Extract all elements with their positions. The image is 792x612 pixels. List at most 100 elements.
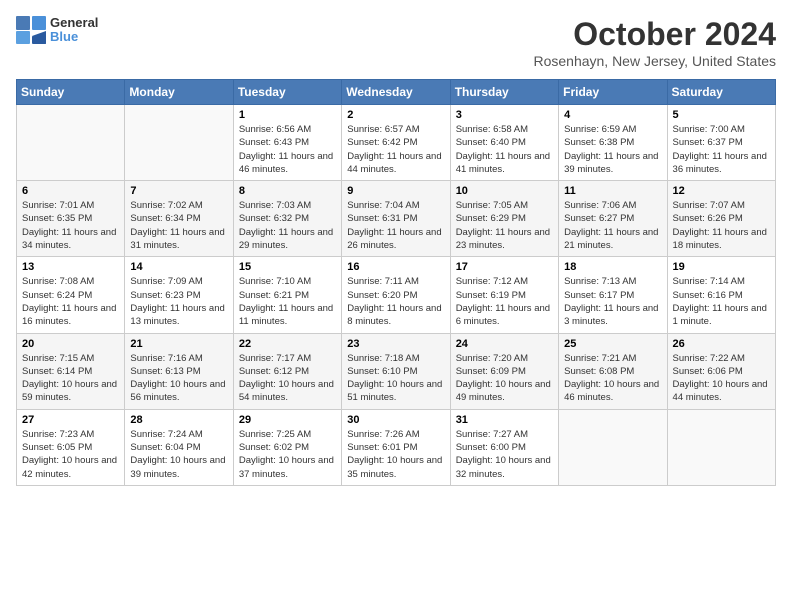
day-number: 14 [130, 261, 227, 273]
day-number: 15 [239, 261, 336, 273]
logo: General Blue [16, 16, 98, 45]
day-info: Sunrise: 7:06 AMSunset: 6:27 PMDaylight:… [564, 199, 661, 252]
calendar-cell: 25Sunrise: 7:21 AMSunset: 6:08 PMDayligh… [559, 333, 667, 409]
calendar-cell: 14 Sunrise: 7:09 AMSunset: 6:23 PMDayligh… [125, 257, 233, 333]
day-number: 8 [239, 185, 336, 197]
calendar-cell: 13Sunrise: 7:08 AMSunset: 6:24 PMDayligh… [17, 257, 125, 333]
day-number: 7 [130, 185, 227, 197]
day-info: Sunrise: 6:59 AMSunset: 6:38 PMDaylight:… [564, 123, 661, 176]
day-number: 17 [456, 261, 553, 273]
day-number: 21 [130, 338, 227, 350]
day-info: Sunrise: 7:07 AMSunset: 6:26 PMDaylight:… [673, 199, 770, 252]
day-info: Sunrise: 7:23 AMSunset: 6:05 PMDaylight:… [22, 428, 119, 481]
day-info: Sunrise: 7:25 AMSunset: 6:02 PMDaylight:… [239, 428, 336, 481]
day-info: Sunrise: 7:00 AMSunset: 6:37 PMDaylight:… [673, 123, 770, 176]
day-header-tuesday: Tuesday [233, 80, 341, 105]
calendar-cell: 9 Sunrise: 7:04 AMSunset: 6:31 PMDaylight… [342, 181, 450, 257]
day-info: Sunrise: 7:15 AMSunset: 6:14 PMDaylight:… [22, 352, 119, 405]
calendar-cell: 8Sunrise: 7:03 AMSunset: 6:32 PMDaylight… [233, 181, 341, 257]
day-number: 29 [239, 414, 336, 426]
logo-icon [16, 16, 46, 44]
day-info: Sunrise: 7:12 AMSunset: 6:19 PMDaylight:… [456, 275, 553, 328]
day-info: Sunrise: 7:11 AMSunset: 6:20 PMDaylight:… [347, 275, 444, 328]
calendar-cell: 19 Sunrise: 7:14 AMSunset: 6:16 PMDayligh… [667, 257, 775, 333]
day-number: 2 [347, 109, 444, 121]
day-info: Sunrise: 7:17 AMSunset: 6:12 PMDaylight:… [239, 352, 336, 405]
calendar-cell: 1 Sunrise: 6:56 AMSunset: 6:43 PMDaylight… [233, 105, 341, 181]
calendar-week-row: 6 Sunrise: 7:01 AMSunset: 6:35 PMDaylight… [17, 181, 776, 257]
calendar-cell: 30 Sunrise: 7:26 AMSunset: 6:01 PMDayligh… [342, 409, 450, 485]
title-section: October 2024 Rosenhayn, New Jersey, Unit… [533, 16, 776, 69]
day-header-friday: Friday [559, 80, 667, 105]
calendar-cell [17, 105, 125, 181]
day-number: 23 [347, 338, 444, 350]
day-header-sunday: Sunday [17, 80, 125, 105]
calendar-cell: 10 Sunrise: 7:05 AMSunset: 6:29 PMDayligh… [450, 181, 558, 257]
day-number: 5 [673, 109, 770, 121]
day-info: Sunrise: 7:16 AMSunset: 6:13 PMDaylight:… [130, 352, 227, 405]
day-info: Sunrise: 7:13 AMSunset: 6:17 PMDaylight:… [564, 275, 661, 328]
logo-blue: Blue [50, 30, 98, 44]
calendar-week-row: 1 Sunrise: 6:56 AMSunset: 6:43 PMDaylight… [17, 105, 776, 181]
day-info: Sunrise: 7:26 AMSunset: 6:01 PMDaylight:… [347, 428, 444, 481]
calendar-cell: 2 Sunrise: 6:57 AMSunset: 6:42 PMDaylight… [342, 105, 450, 181]
calendar-cell: 12Sunrise: 7:07 AMSunset: 6:26 PMDayligh… [667, 181, 775, 257]
day-info: Sunrise: 7:05 AMSunset: 6:29 PMDaylight:… [456, 199, 553, 252]
day-number: 19 [673, 261, 770, 273]
month-title: October 2024 [533, 16, 776, 53]
calendar-cell: 29 Sunrise: 7:25 AMSunset: 6:02 PMDayligh… [233, 409, 341, 485]
day-info: Sunrise: 7:24 AMSunset: 6:04 PMDaylight:… [130, 428, 227, 481]
day-number: 30 [347, 414, 444, 426]
day-number: 20 [22, 338, 119, 350]
calendar-cell: 7Sunrise: 7:02 AMSunset: 6:34 PMDaylight… [125, 181, 233, 257]
logo-text: General Blue [50, 16, 98, 45]
day-header-saturday: Saturday [667, 80, 775, 105]
day-number: 6 [22, 185, 119, 197]
day-number: 4 [564, 109, 661, 121]
day-number: 31 [456, 414, 553, 426]
calendar-cell [559, 409, 667, 485]
calendar-cell: 20 Sunrise: 7:15 AMSunset: 6:14 PMDayligh… [17, 333, 125, 409]
day-number: 26 [673, 338, 770, 350]
day-info: Sunrise: 7:08 AMSunset: 6:24 PMDaylight:… [22, 275, 119, 328]
day-info: Sunrise: 7:14 AMSunset: 6:16 PMDaylight:… [673, 275, 770, 328]
calendar-cell: 23Sunrise: 7:18 AMSunset: 6:10 PMDayligh… [342, 333, 450, 409]
calendar-cell: 5 Sunrise: 7:00 AMSunset: 6:37 PMDaylight… [667, 105, 775, 181]
calendar-cell: 3Sunrise: 6:58 AMSunset: 6:40 PMDaylight… [450, 105, 558, 181]
day-info: Sunrise: 6:57 AMSunset: 6:42 PMDaylight:… [347, 123, 444, 176]
calendar-cell: 21 Sunrise: 7:16 AMSunset: 6:13 PMDayligh… [125, 333, 233, 409]
day-info: Sunrise: 7:21 AMSunset: 6:08 PMDaylight:… [564, 352, 661, 405]
day-info: Sunrise: 7:27 AMSunset: 6:00 PMDaylight:… [456, 428, 553, 481]
calendar-cell: 11Sunrise: 7:06 AMSunset: 6:27 PMDayligh… [559, 181, 667, 257]
calendar-cell [125, 105, 233, 181]
day-info: Sunrise: 7:22 AMSunset: 6:06 PMDaylight:… [673, 352, 770, 405]
day-number: 10 [456, 185, 553, 197]
day-number: 1 [239, 109, 336, 121]
day-info: Sunrise: 6:56 AMSunset: 6:43 PMDaylight:… [239, 123, 336, 176]
page-header: General Blue October 2024 Rosenhayn, New… [16, 16, 776, 69]
calendar-cell: 27 Sunrise: 7:23 AMSunset: 6:05 PMDayligh… [17, 409, 125, 485]
calendar-cell: 17 Sunrise: 7:12 AMSunset: 6:19 PMDayligh… [450, 257, 558, 333]
calendar-week-row: 20 Sunrise: 7:15 AMSunset: 6:14 PMDayligh… [17, 333, 776, 409]
calendar-cell: 16 Sunrise: 7:11 AMSunset: 6:20 PMDayligh… [342, 257, 450, 333]
day-header-monday: Monday [125, 80, 233, 105]
day-number: 27 [22, 414, 119, 426]
day-info: Sunrise: 7:20 AMSunset: 6:09 PMDaylight:… [456, 352, 553, 405]
calendar-table: SundayMondayTuesdayWednesdayThursdayFrid… [16, 79, 776, 486]
calendar-header-row: SundayMondayTuesdayWednesdayThursdayFrid… [17, 80, 776, 105]
calendar-week-row: 27 Sunrise: 7:23 AMSunset: 6:05 PMDayligh… [17, 409, 776, 485]
day-number: 16 [347, 261, 444, 273]
day-info: Sunrise: 7:09 AMSunset: 6:23 PMDaylight:… [130, 275, 227, 328]
day-info: Sunrise: 6:58 AMSunset: 6:40 PMDaylight:… [456, 123, 553, 176]
calendar-cell: 22 Sunrise: 7:17 AMSunset: 6:12 PMDayligh… [233, 333, 341, 409]
day-header-wednesday: Wednesday [342, 80, 450, 105]
day-info: Sunrise: 7:04 AMSunset: 6:31 PMDaylight:… [347, 199, 444, 252]
calendar-cell: 15Sunrise: 7:10 AMSunset: 6:21 PMDayligh… [233, 257, 341, 333]
calendar-cell: 18Sunrise: 7:13 AMSunset: 6:17 PMDayligh… [559, 257, 667, 333]
day-number: 9 [347, 185, 444, 197]
day-number: 22 [239, 338, 336, 350]
day-number: 24 [456, 338, 553, 350]
location-title: Rosenhayn, New Jersey, United States [533, 53, 776, 69]
calendar-week-row: 13Sunrise: 7:08 AMSunset: 6:24 PMDayligh… [17, 257, 776, 333]
day-info: Sunrise: 7:01 AMSunset: 6:35 PMDaylight:… [22, 199, 119, 252]
